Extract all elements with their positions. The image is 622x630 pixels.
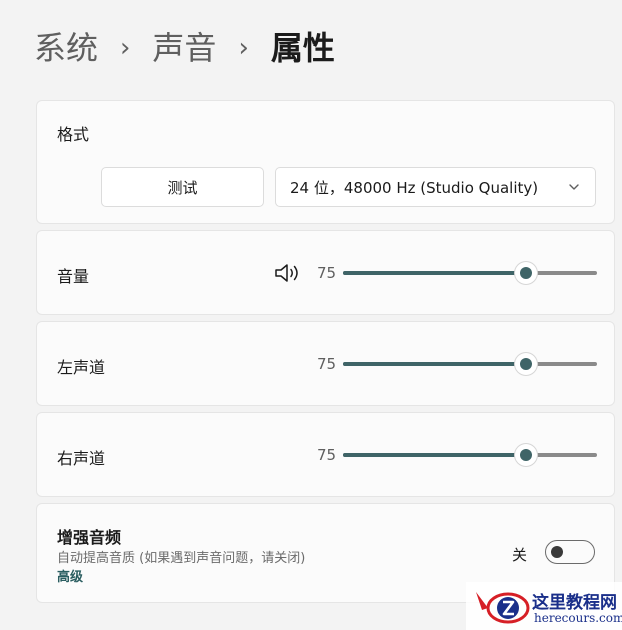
advanced-link[interactable]: 高级: [57, 566, 83, 585]
volume-card: 音量 75: [36, 230, 615, 315]
slider-thumb[interactable]: [515, 353, 537, 375]
volume-value: 75: [317, 264, 337, 282]
chevron-down-icon: [569, 184, 579, 190]
watermark-url: herecours.com: [534, 611, 622, 625]
left-channel-card: 左声道 75: [36, 321, 615, 406]
watermark-logo-icon: [476, 592, 530, 624]
volume-label: 音量: [57, 267, 90, 286]
enhance-audio-toggle[interactable]: [545, 540, 595, 564]
right-channel-slider[interactable]: [343, 444, 597, 466]
slider-fill: [343, 453, 526, 457]
left-channel-slider[interactable]: [343, 353, 597, 375]
format-select-value: 24 位，48000 Hz (Studio Quality): [290, 178, 539, 197]
slider-thumb[interactable]: [515, 262, 537, 284]
slider-thumb[interactable]: [515, 444, 537, 466]
breadcrumb-separator: ›: [238, 33, 249, 63]
right-channel-label: 右声道: [57, 449, 106, 468]
breadcrumb: 系统 › 声音 › 属性: [34, 26, 335, 70]
left-channel-label: 左声道: [57, 358, 106, 377]
left-channel-value: 75: [317, 355, 337, 373]
test-button[interactable]: 测试: [101, 167, 264, 207]
breadcrumb-item-system[interactable]: 系统: [34, 26, 98, 70]
toggle-knob: [551, 546, 563, 558]
format-select[interactable]: 24 位，48000 Hz (Studio Quality): [275, 167, 596, 207]
volume-slider[interactable]: [343, 262, 597, 284]
right-channel-value: 75: [317, 446, 337, 464]
slider-fill: [343, 271, 526, 275]
watermark: 这里教程网 herecours.com: [466, 582, 622, 630]
watermark-name: 这里教程网: [532, 593, 617, 613]
speaker-icon[interactable]: [273, 261, 303, 285]
breadcrumb-item-sound[interactable]: 声音: [152, 26, 216, 70]
format-label: 格式: [57, 125, 90, 144]
enhance-audio-description: 自动提高音质 (如果遇到声音问题，请关闭): [57, 551, 306, 566]
format-card: 格式 测试 24 位，48000 Hz (Studio Quality): [36, 100, 615, 224]
page-title: 属性: [270, 29, 335, 67]
slider-fill: [343, 362, 526, 366]
breadcrumb-separator: ›: [120, 33, 131, 63]
enhance-audio-title: 增强音频: [57, 528, 122, 547]
right-channel-card: 右声道 75: [36, 412, 615, 497]
toggle-state-label: 关: [512, 546, 528, 564]
